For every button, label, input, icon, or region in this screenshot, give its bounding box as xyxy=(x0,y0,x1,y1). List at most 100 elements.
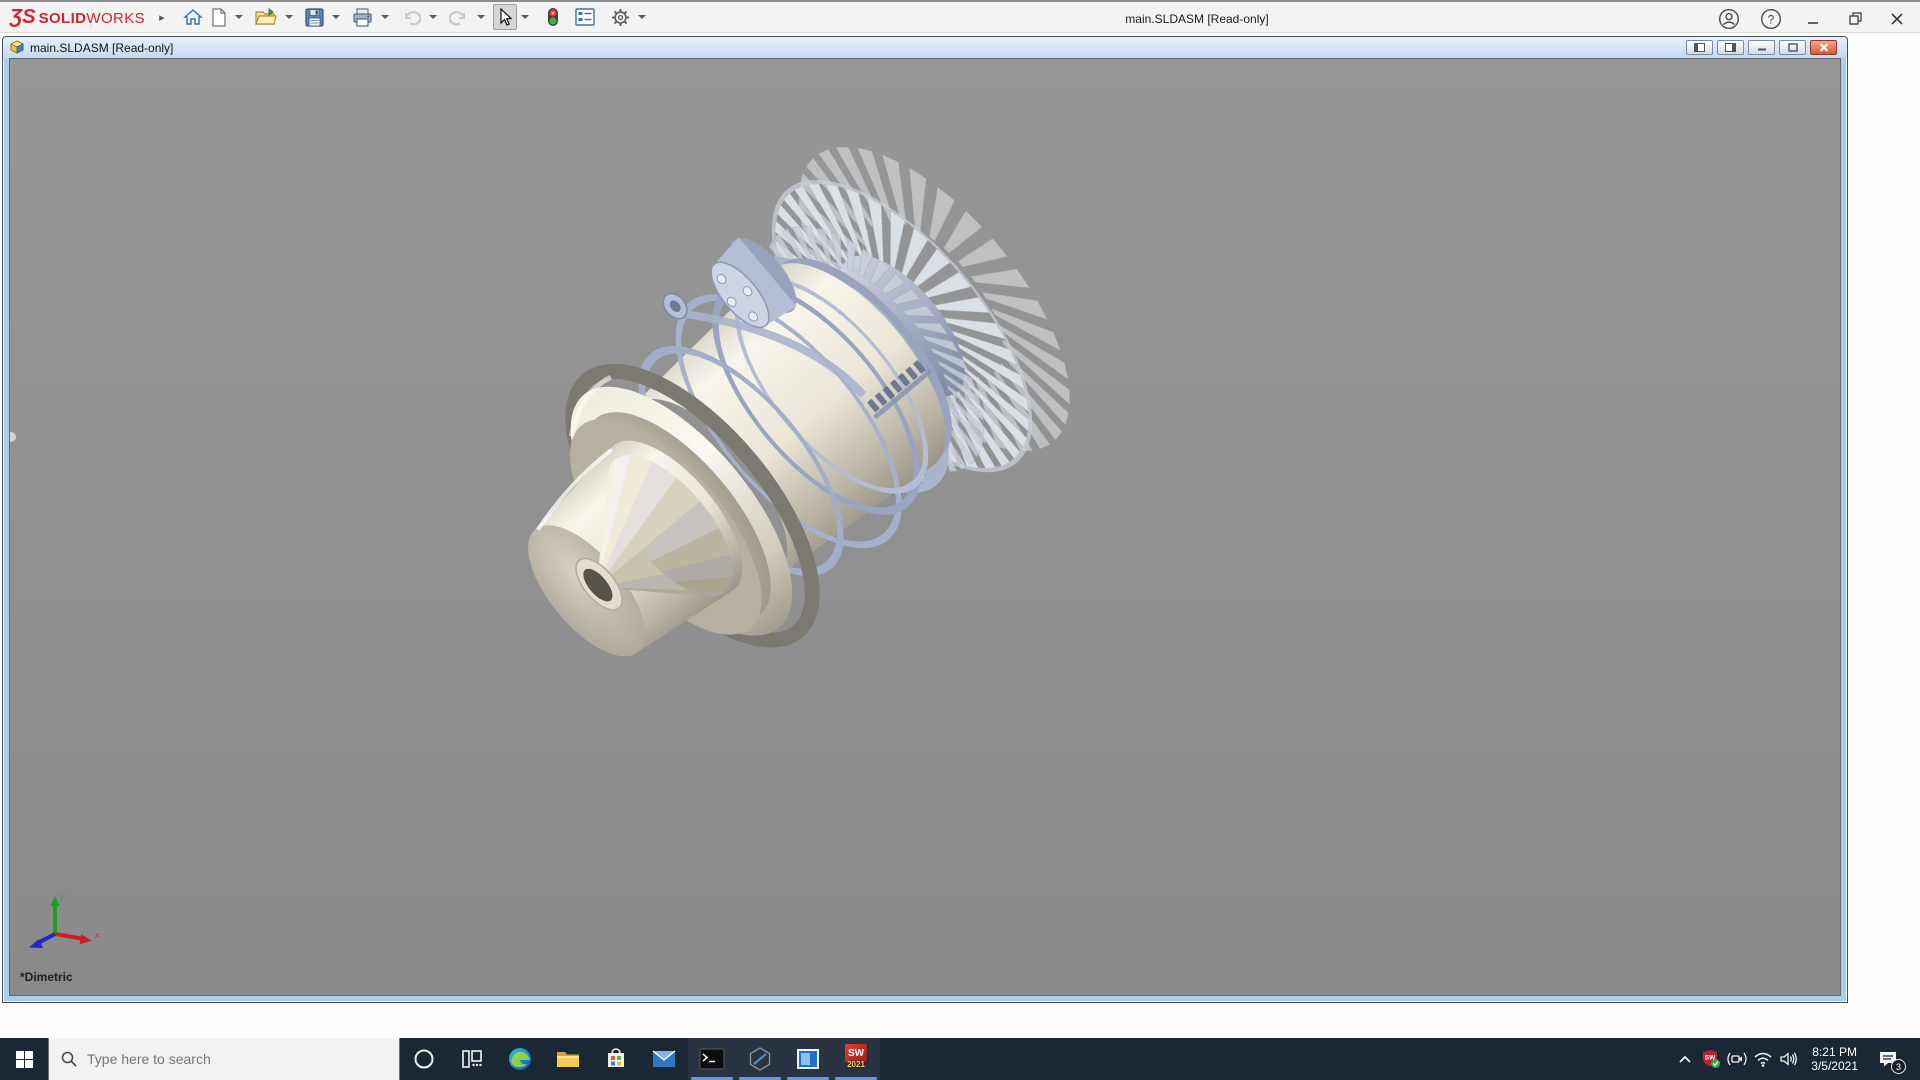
document-titlebar[interactable]: main.SLDASM [Read-only] xyxy=(3,37,1847,58)
print-button[interactable] xyxy=(348,4,377,30)
doc-minimize-button[interactable] xyxy=(1748,40,1775,55)
tray-meet-now[interactable] xyxy=(1725,1038,1749,1080)
window-controls: ? xyxy=(1716,2,1910,35)
search-input[interactable] xyxy=(87,1051,367,1067)
taskbar-app-window[interactable] xyxy=(784,1038,832,1080)
system-tray: SW 8:21 PM 3/5/2021 3 xyxy=(1673,1038,1920,1080)
redo-button[interactable] xyxy=(445,4,473,30)
app-title: main.SLDASM [Read-only] xyxy=(1125,11,1269,26)
taskbar-terminal[interactable] xyxy=(688,1038,736,1080)
pane-left-icon xyxy=(1694,43,1705,52)
property-manager-button[interactable] xyxy=(571,4,599,30)
new-document-dropdown[interactable] xyxy=(234,15,243,19)
select-dropdown[interactable] xyxy=(520,15,529,19)
redo-dropdown[interactable] xyxy=(476,15,485,19)
open-button[interactable] xyxy=(251,4,281,30)
doc-close-button[interactable] xyxy=(1810,40,1837,55)
toolbar-flyout-arrow[interactable]: ▸ xyxy=(159,11,165,24)
brand-works: WORKS xyxy=(86,9,146,27)
display-states-button[interactable] xyxy=(543,4,563,30)
task-view-icon xyxy=(462,1050,482,1068)
save-icon xyxy=(305,7,324,27)
solidworks-taskbar-icon: SW 2021 xyxy=(841,1044,871,1074)
doc-pane-left-button[interactable] xyxy=(1686,40,1713,55)
graphics-viewport[interactable]: y x *Dimetric xyxy=(9,58,1841,996)
restore-button[interactable] xyxy=(1842,6,1868,32)
doc-minimize-icon xyxy=(1757,48,1766,51)
new-document-button[interactable] xyxy=(207,4,231,30)
quick-access-toolbar xyxy=(179,2,654,32)
desktop: ƷS SOLID WORKS ▸ main.SLDASM [Read-only]… xyxy=(0,0,1920,1080)
minimize-icon xyxy=(1808,21,1818,24)
taskbar-solidworks[interactable]: SW 2021 xyxy=(832,1038,880,1080)
tray-volume[interactable] xyxy=(1777,1038,1801,1080)
print-icon xyxy=(353,7,372,27)
assembly-icon xyxy=(10,40,24,54)
help-icon: ? xyxy=(1760,8,1782,29)
open-dropdown[interactable] xyxy=(284,15,293,19)
taskbar-mail[interactable] xyxy=(640,1038,688,1080)
save-dropdown[interactable] xyxy=(331,15,340,19)
property-form-icon xyxy=(574,8,595,26)
search-icon xyxy=(61,1051,77,1067)
app-titlebar: ƷS SOLID WORKS ▸ main.SLDASM [Read-only]… xyxy=(0,0,1920,33)
gear-icon xyxy=(611,8,629,26)
pane-right-icon xyxy=(1725,43,1736,52)
action-center-button[interactable]: 3 xyxy=(1868,1038,1908,1080)
doc-restore-icon xyxy=(1787,43,1798,52)
store-icon xyxy=(608,1048,624,1067)
undo-dropdown[interactable] xyxy=(428,15,437,19)
clock-date: 3/5/2021 xyxy=(1811,1059,1858,1073)
taskbar-store[interactable] xyxy=(592,1038,640,1080)
doc-restore-button[interactable] xyxy=(1779,40,1806,55)
3d-model-jet-engine[interactable] xyxy=(10,59,1841,996)
taskbar-edge[interactable] xyxy=(496,1038,544,1080)
meet-now-camera-icon xyxy=(1727,1052,1747,1066)
close-icon xyxy=(1891,12,1903,25)
redo-icon xyxy=(448,10,465,25)
orientation-triad: y x xyxy=(22,892,108,955)
minimize-button[interactable] xyxy=(1800,6,1826,32)
home-icon xyxy=(182,9,203,25)
tray-expand-button[interactable] xyxy=(1673,1038,1697,1080)
solidworks-logo-glyph: ƷS xyxy=(10,5,36,28)
wifi-icon xyxy=(1754,1052,1772,1067)
tray-solidworks-monitor[interactable]: SW xyxy=(1699,1038,1723,1080)
clock-time: 8:21 PM xyxy=(1812,1045,1857,1059)
select-button[interactable] xyxy=(492,4,517,30)
home-button[interactable] xyxy=(179,4,207,30)
taskbar-task-view[interactable] xyxy=(448,1038,496,1080)
print-dropdown[interactable] xyxy=(380,15,389,19)
taskbar-clock[interactable]: 8:21 PM 3/5/2021 xyxy=(1803,1045,1866,1073)
triad-x-axis xyxy=(79,934,92,945)
undo-button[interactable] xyxy=(397,4,425,30)
save-button[interactable] xyxy=(301,4,328,30)
sw-shield-icon: SW xyxy=(1703,1050,1721,1068)
hexagon-app-icon xyxy=(749,1047,771,1071)
edge-icon xyxy=(509,1048,531,1070)
brand-solid: SOLID xyxy=(38,9,87,27)
start-button[interactable] xyxy=(0,1038,48,1080)
solidworks-year-label: 2021 xyxy=(847,1060,865,1069)
close-button[interactable] xyxy=(1884,6,1910,32)
triad-y-axis xyxy=(50,896,60,906)
taskbar-search[interactable] xyxy=(48,1038,400,1080)
options-dropdown[interactable] xyxy=(637,15,646,19)
taskbar-app-hex[interactable] xyxy=(736,1038,784,1080)
windows-logo-icon xyxy=(15,1050,33,1068)
new-document-icon xyxy=(212,7,226,27)
help-button[interactable]: ? xyxy=(1758,6,1784,32)
doc-pane-right-button[interactable] xyxy=(1717,40,1744,55)
triad-x-label: x xyxy=(94,930,100,940)
tray-wifi[interactable] xyxy=(1751,1038,1775,1080)
svg-text:?: ? xyxy=(1768,12,1775,26)
restore-icon xyxy=(1848,12,1862,25)
account-button[interactable] xyxy=(1716,6,1742,32)
speaker-icon xyxy=(1780,1052,1798,1066)
undo-icon xyxy=(404,10,421,25)
options-button[interactable] xyxy=(607,4,634,30)
document-window-controls xyxy=(1686,40,1841,55)
cortana-icon xyxy=(414,1049,434,1069)
taskbar-cortana[interactable] xyxy=(400,1038,448,1080)
taskbar-file-explorer[interactable] xyxy=(544,1038,592,1080)
